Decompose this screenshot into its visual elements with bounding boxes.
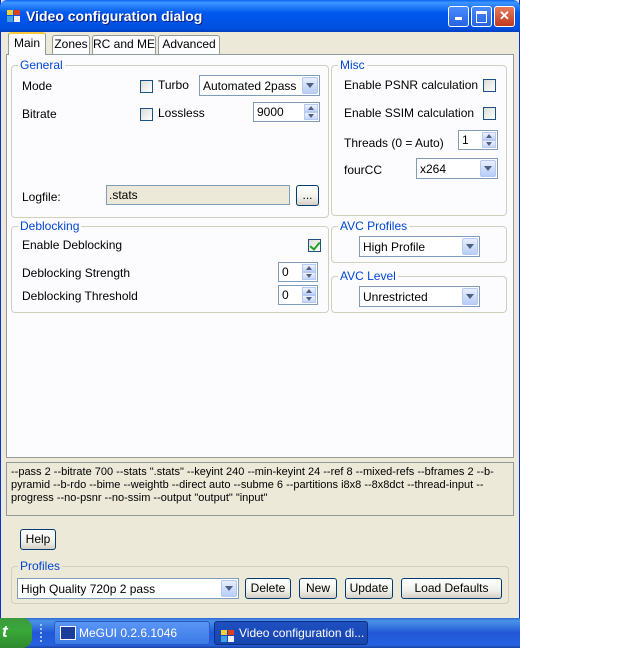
maximize-button[interactable] [471, 6, 492, 27]
mode-select[interactable]: Automated 2pass [199, 75, 320, 96]
bitrate-value: 9000 [257, 105, 284, 119]
browse-logfile-button[interactable]: ... [296, 185, 319, 206]
tab-zones[interactable]: Zones [52, 35, 90, 54]
avc-level-legend: AVC Level [338, 269, 398, 283]
deblocking-legend: Deblocking [18, 219, 82, 233]
fourcc-label: fourCC [344, 163, 383, 177]
threads-spinner[interactable]: 1 [458, 130, 498, 150]
window-icon [60, 626, 76, 640]
misc-legend: Misc [338, 58, 367, 72]
deblocking-group: Deblocking Enable Deblocking Deblocking … [11, 219, 329, 313]
fourcc-select[interactable]: x264 [416, 158, 498, 179]
tab-rc-and-me[interactable]: RC and ME [92, 35, 156, 54]
threads-value: 1 [462, 133, 469, 147]
help-button[interactable]: Help [20, 529, 56, 550]
spin-down-icon[interactable] [302, 295, 316, 303]
profile-select[interactable]: High Quality 720p 2 pass [17, 578, 239, 599]
spin-up-icon[interactable] [302, 264, 316, 272]
avc-level-select[interactable]: Unrestricted [359, 286, 480, 307]
spin-down-icon[interactable] [302, 272, 316, 280]
chevron-down-icon[interactable] [462, 288, 478, 305]
tab-label: Main [13, 36, 40, 50]
misc-group: Misc Enable PSNR calculation Enable SSIM… [331, 58, 507, 216]
avc-profiles-legend: AVC Profiles [338, 219, 410, 233]
turbo-label: Turbo [158, 78, 189, 92]
logfile-label: Logfile: [22, 190, 61, 204]
taskbar-item-megui[interactable]: MeGUI 0.2.6.1046 [54, 621, 210, 645]
lossless-checkbox[interactable] [140, 108, 153, 121]
new-profile-button[interactable]: New [299, 578, 337, 599]
taskbar-item-label: Video configuration di... [239, 626, 365, 640]
taskbar-item-video-config[interactable]: Video configuration di... [214, 621, 368, 645]
turbo-checkbox[interactable] [140, 80, 153, 93]
bitrate-label: Bitrate [22, 107, 57, 121]
tab-panel-main: General Mode Turbo Automated 2pass Bitra… [6, 54, 514, 458]
close-button[interactable]: ✕ [494, 6, 515, 27]
taskbar-grip[interactable] [40, 624, 46, 642]
deblocking-threshold-value: 0 [282, 288, 289, 302]
spin-up-icon[interactable] [482, 132, 496, 140]
minimize-icon [455, 17, 462, 20]
general-legend: General [18, 58, 65, 72]
deblocking-threshold-spinner[interactable]: 0 [278, 285, 318, 305]
logfile-input[interactable]: .stats [106, 185, 290, 205]
bitrate-spinner[interactable]: 9000 [253, 102, 320, 122]
chevron-down-icon[interactable] [302, 77, 318, 94]
app-icon [7, 10, 20, 22]
deblocking-strength-value: 0 [282, 265, 289, 279]
tab-label: RC and ME [93, 37, 156, 51]
update-profile-button[interactable]: Update [345, 578, 393, 599]
deblocking-strength-label: Deblocking Strength [22, 266, 131, 280]
enable-deblocking-label: Enable Deblocking [22, 238, 123, 252]
spin-up-icon[interactable] [304, 104, 318, 112]
minimize-button[interactable] [448, 6, 469, 27]
avc-profiles-group: AVC Profiles High Profile [331, 219, 507, 263]
profiles-legend: Profiles [18, 559, 63, 573]
logfile-value: .stats [109, 188, 138, 202]
avc-level-value: Unrestricted [363, 290, 428, 304]
window-title: Video configuration dialog [26, 8, 203, 24]
mode-label: Mode [22, 79, 53, 93]
psnr-checkbox[interactable] [483, 79, 496, 92]
deblocking-strength-spinner[interactable]: 0 [278, 262, 318, 282]
spin-down-icon[interactable] [304, 112, 318, 120]
tab-label: Zones [54, 37, 88, 51]
start-button[interactable]: t [0, 618, 32, 648]
avc-profile-select[interactable]: High Profile [359, 236, 480, 257]
taskbar-item-label: MeGUI 0.2.6.1046 [79, 626, 178, 640]
title-bar[interactable]: Video configuration dialog ✕ [0, 0, 520, 32]
lossless-label: Lossless [158, 106, 205, 120]
threads-label: Threads (0 = Auto) [344, 136, 444, 150]
ssim-checkbox[interactable] [483, 107, 496, 120]
profile-value: High Quality 720p 2 pass [21, 582, 156, 596]
close-icon: ✕ [499, 8, 510, 23]
spin-down-icon[interactable] [482, 140, 496, 148]
maximize-icon [476, 11, 487, 23]
mode-value: Automated 2pass [203, 79, 297, 93]
profiles-group: Profiles High Quality 720p 2 pass Delete… [11, 559, 509, 604]
enable-deblocking-checkbox[interactable] [308, 239, 321, 252]
ssim-label: Enable SSIM calculation [344, 106, 475, 120]
tab-main[interactable]: Main [8, 32, 46, 55]
chevron-down-icon[interactable] [480, 160, 496, 177]
tab-label: Advanced [162, 37, 216, 51]
chevron-down-icon[interactable] [462, 238, 478, 255]
app-icon [221, 627, 234, 642]
tab-advanced[interactable]: Advanced [158, 35, 220, 54]
general-group: General Mode Turbo Automated 2pass Bitra… [11, 58, 329, 218]
delete-profile-button[interactable]: Delete [245, 578, 291, 599]
psnr-label: Enable PSNR calculation [344, 78, 479, 92]
fourcc-value: x264 [420, 162, 447, 176]
avc-level-group: AVC Level Unrestricted [331, 269, 507, 313]
avc-profile-value: High Profile [363, 240, 426, 254]
load-defaults-button[interactable]: Load Defaults [401, 578, 502, 599]
deblocking-threshold-label: Deblocking Threshold [22, 289, 138, 303]
chevron-down-icon[interactable] [221, 580, 237, 597]
commandline-preview[interactable]: --pass 2 --bitrate 700 --stats ".stats" … [6, 462, 514, 516]
spin-up-icon[interactable] [302, 287, 316, 295]
